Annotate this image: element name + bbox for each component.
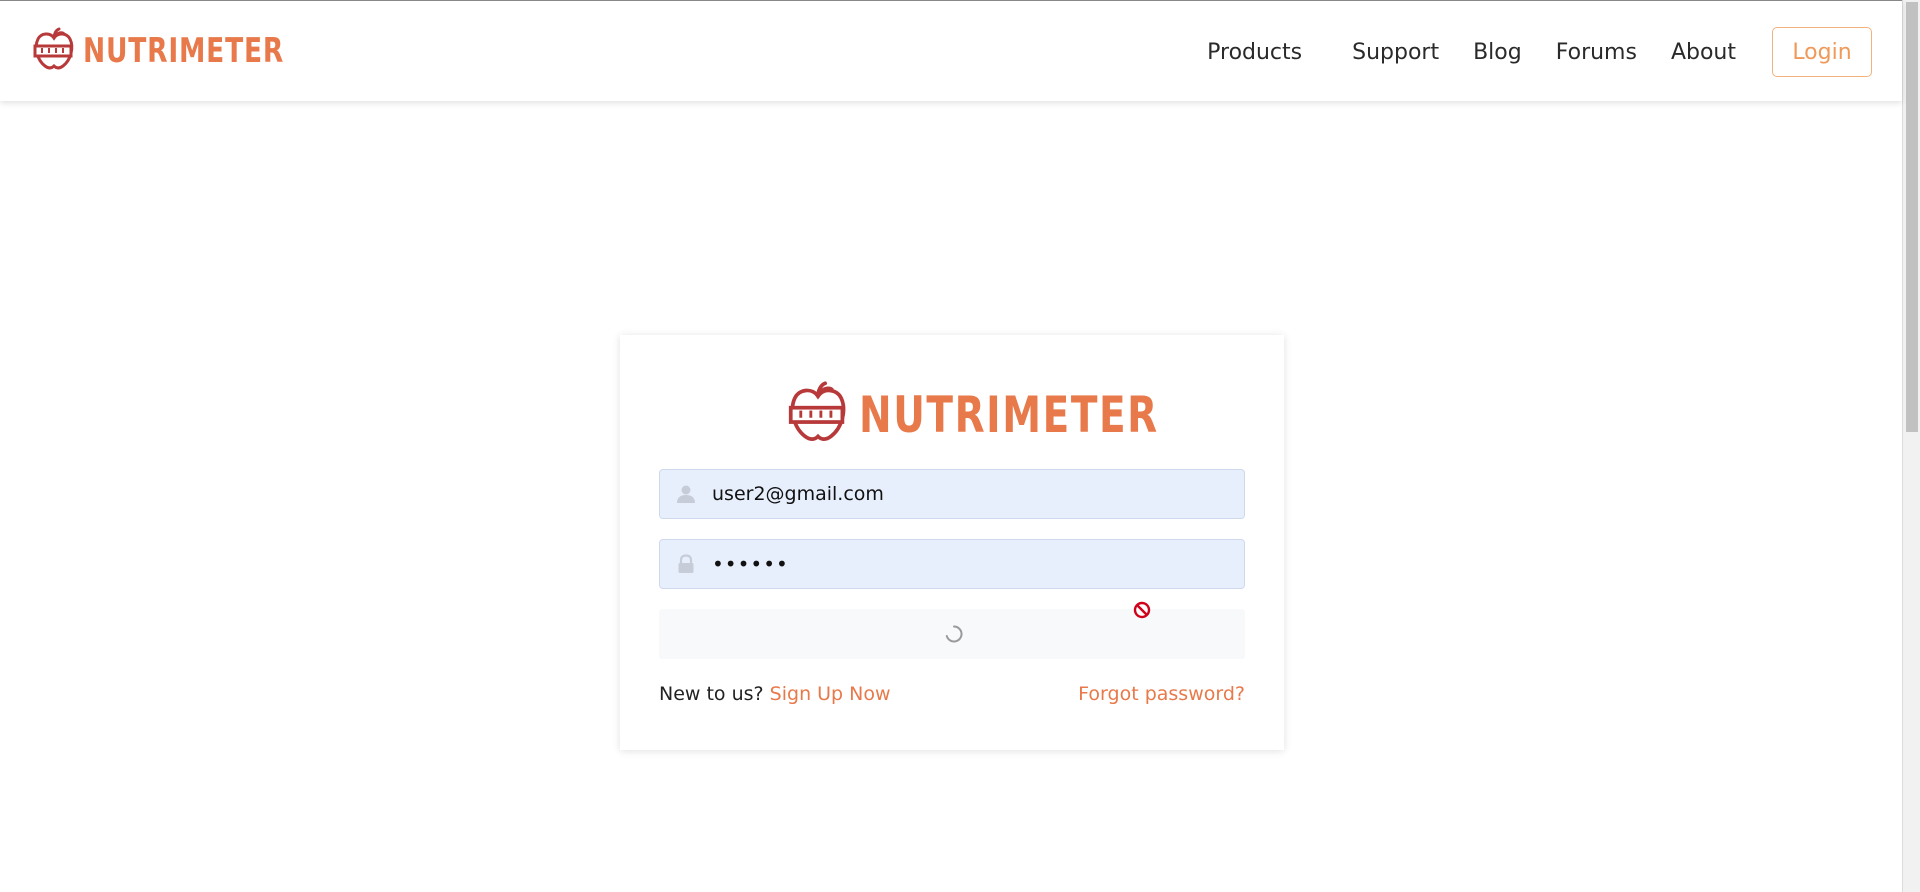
email-field[interactable]: [659, 469, 1245, 519]
top-navbar: NUTRIMETER Products Support Blog Forums …: [0, 0, 1902, 101]
login-card: NUTRIMETER New to us? Sign U: [620, 335, 1284, 750]
nav-support[interactable]: Support: [1352, 40, 1439, 65]
password-field[interactable]: [659, 539, 1245, 589]
signup-prompt: New to us? Sign Up Now: [659, 683, 891, 705]
page-scrollbar[interactable]: [1902, 0, 1920, 892]
apple-ruler-logo-icon: [31, 26, 77, 77]
login-button[interactable]: Login: [1772, 27, 1872, 77]
main-nav: Products Support Blog Forums About Login: [1207, 27, 1872, 77]
submit-button[interactable]: [659, 609, 1245, 659]
nav-about[interactable]: About: [1671, 40, 1736, 65]
nav-products[interactable]: Products: [1207, 40, 1302, 65]
card-logo: NUTRIMETER: [785, 379, 1243, 450]
header-logo[interactable]: NUTRIMETER: [31, 27, 341, 75]
nav-forums[interactable]: Forums: [1556, 40, 1637, 65]
apple-ruler-logo-icon: [785, 379, 851, 450]
spinner-icon: [944, 624, 964, 644]
lock-icon: [674, 552, 698, 576]
not-allowed-icon: [1133, 601, 1151, 619]
password-input[interactable]: [710, 551, 1230, 577]
nav-blog[interactable]: Blog: [1473, 40, 1522, 65]
new-user-text: New to us?: [659, 683, 764, 705]
sign-up-link[interactable]: Sign Up Now: [770, 683, 891, 705]
scrollbar-thumb[interactable]: [1906, 2, 1918, 432]
card-brand-name: NUTRIMETER: [859, 385, 1159, 444]
card-footer: New to us? Sign Up Now Forgot password?: [659, 683, 1245, 705]
email-input[interactable]: [710, 482, 1230, 506]
user-icon: [674, 482, 698, 506]
brand-name: NUTRIMETER: [83, 31, 285, 71]
forgot-password-link[interactable]: Forgot password?: [1078, 683, 1245, 705]
